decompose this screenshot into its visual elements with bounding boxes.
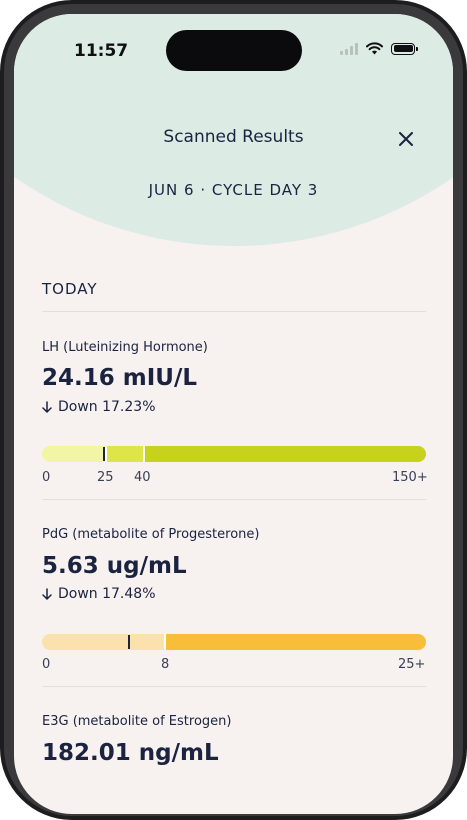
- page-title: Scanned Results: [163, 127, 304, 147]
- cycle-date-label: JUN 6 · CYCLE DAY 3: [148, 181, 319, 199]
- tick-label: 25: [97, 470, 114, 485]
- range-marker-pdg: [128, 635, 130, 649]
- tick-label: 25+: [398, 657, 426, 672]
- metric-divider: [42, 499, 426, 500]
- metric-change-pdg: Down 17.48%: [42, 586, 156, 602]
- metric-value-lh: 24.16 mIU/L: [42, 365, 198, 391]
- metric-name-e3g: E3G (metabolite of Estrogen): [42, 714, 232, 729]
- battery-icon: [391, 42, 418, 55]
- tick-label: 40: [134, 470, 151, 485]
- close-button[interactable]: [392, 125, 420, 153]
- arrow-down-icon: [42, 401, 52, 413]
- metric-value-e3g: 182.01 ng/mL: [42, 740, 219, 766]
- arrow-down-icon: [42, 588, 52, 600]
- range-segment-high: [145, 446, 426, 462]
- range-bar-lh: [42, 446, 426, 462]
- range-segment-mid: [107, 446, 143, 462]
- range-segment-high: [166, 634, 426, 650]
- range-segment-low: [42, 446, 105, 462]
- cellular-signal-icon: [340, 42, 358, 55]
- wifi-icon: [366, 42, 383, 55]
- range-marker-lh: [103, 447, 105, 461]
- metric-value-pdg: 5.63 ug/mL: [42, 553, 187, 579]
- metric-divider: [42, 686, 426, 687]
- status-time: 11:57: [74, 41, 129, 61]
- tick-label: 0: [42, 657, 51, 672]
- dynamic-island: [166, 30, 302, 71]
- close-icon: [399, 132, 413, 146]
- tick-label: 0: [42, 470, 51, 485]
- metric-change-pdg-text: Down 17.48%: [58, 586, 156, 602]
- status-icons: [340, 42, 418, 55]
- phone-screen: 11:57 Scanned Results JUN 6 · CYCLE DAY …: [14, 14, 453, 814]
- metric-name-pdg: PdG (metabolite of Progesterone): [42, 527, 260, 542]
- metric-change-lh: Down 17.23%: [42, 399, 156, 415]
- section-divider: [42, 311, 426, 312]
- metric-name-lh: LH (Luteinizing Hormone): [42, 340, 208, 355]
- tick-label: 8: [161, 657, 170, 672]
- tick-label: 150+: [392, 470, 428, 485]
- metric-change-lh-text: Down 17.23%: [58, 399, 156, 415]
- range-bar-pdg: [42, 634, 426, 650]
- section-label-today: TODAY: [42, 280, 98, 298]
- range-segment-low: [42, 634, 164, 650]
